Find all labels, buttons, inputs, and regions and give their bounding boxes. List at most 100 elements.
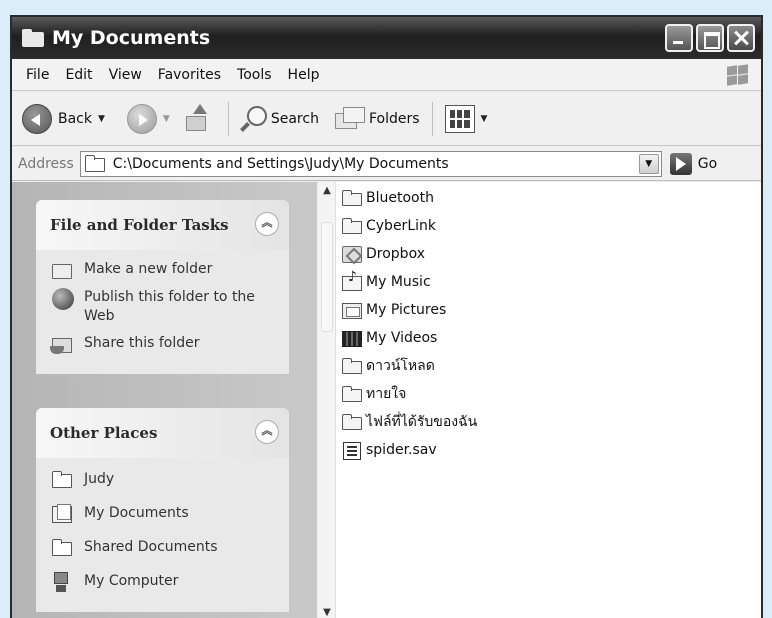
up-button[interactable]	[174, 99, 220, 139]
toolbar-separator	[431, 101, 433, 136]
maximize-button[interactable]	[696, 24, 724, 52]
panel-title: File and Folder Tasks	[50, 216, 229, 234]
place-my-computer[interactable]: My Computer	[52, 572, 277, 592]
task-pane: File and Folder Tasks ︽ Make a new folde…	[12, 182, 317, 618]
address-bar: Address C:\Documents and Settings\Judy\M…	[12, 147, 761, 181]
videos-folder-icon	[342, 329, 364, 347]
file-item-received-files[interactable]: ไฟล์ที่ได้รับของฉัน	[342, 408, 477, 436]
folder-icon	[342, 357, 364, 375]
file-item-cyberlink[interactable]: CyberLink	[342, 212, 477, 240]
file-item-bluetooth[interactable]: Bluetooth	[342, 184, 477, 212]
forward-dropdown-icon[interactable]: ▼	[163, 114, 170, 124]
computer-icon	[52, 572, 74, 592]
folder-icon	[342, 217, 364, 235]
folder-icon	[52, 470, 74, 490]
panel-header[interactable]: Other Places ︽	[36, 408, 289, 458]
search-label: Search	[270, 110, 319, 127]
search-button[interactable]: Search	[237, 99, 323, 139]
views-button[interactable]: ▼	[441, 99, 492, 139]
music-folder-icon	[342, 269, 364, 291]
menu-bar: File Edit View Favorites Tools Help	[12, 59, 761, 91]
folder-icon	[342, 189, 364, 207]
file-name: spider.sav	[366, 442, 437, 458]
file-name: CyberLink	[366, 218, 436, 234]
explorer-window: My Documents File Edit View Favorites To…	[10, 15, 763, 618]
folders-icon	[334, 106, 365, 131]
place-shared-documents[interactable]: Shared Documents	[52, 538, 277, 558]
menu-favorites[interactable]: Favorites	[150, 67, 229, 83]
address-input[interactable]: C:\Documents and Settings\Judy\My Docume…	[79, 150, 662, 177]
caption-buttons	[665, 24, 755, 52]
file-item-my-music[interactable]: My Music	[342, 268, 477, 296]
folder-icon	[52, 538, 74, 558]
scroll-thumb[interactable]	[321, 222, 333, 332]
back-dropdown-icon[interactable]: ▼	[98, 114, 105, 124]
place-label: Judy	[84, 471, 115, 487]
folder-icon	[84, 154, 107, 172]
go-button[interactable]: Go	[669, 152, 718, 175]
place-label: My Documents	[84, 505, 189, 521]
file-item-dropbox[interactable]: Dropbox	[342, 240, 477, 268]
file-item-download[interactable]: ดาวน์โหลด	[342, 352, 477, 380]
menu-tools[interactable]: Tools	[229, 67, 280, 83]
forward-button[interactable]: ▼	[123, 99, 174, 139]
back-arrow-icon	[22, 103, 52, 134]
go-arrow-icon	[669, 152, 692, 175]
scroll-up-icon[interactable]: ▲	[318, 182, 336, 200]
share-folder-icon	[50, 334, 74, 354]
folders-button[interactable]: Folders	[331, 99, 424, 139]
back-label: Back	[58, 110, 92, 127]
folder-icon	[22, 29, 44, 47]
toolbar-separator	[227, 101, 229, 136]
panel-header[interactable]: File and Folder Tasks ︽	[36, 200, 289, 250]
folder-icon	[342, 413, 364, 431]
go-label: Go	[697, 155, 718, 172]
file-item-guess[interactable]: ทายใจ	[342, 380, 477, 408]
panel-title: Other Places	[50, 424, 158, 442]
collapse-chevron-icon[interactable]: ︽	[255, 212, 279, 236]
file-name: My Music	[366, 274, 431, 290]
views-icon	[444, 104, 475, 133]
place-my-documents[interactable]: My Documents	[52, 504, 277, 524]
back-button[interactable]: Back ▼	[18, 99, 109, 139]
menu-view[interactable]: View	[101, 67, 150, 83]
sav-file-icon	[342, 441, 364, 460]
vertical-scrollbar[interactable]: ▲ ▼	[318, 182, 336, 618]
folder-icon	[342, 385, 364, 403]
views-dropdown-icon[interactable]: ▼	[481, 114, 488, 124]
task-label: Make a new folder	[84, 261, 213, 277]
place-label: Shared Documents	[84, 539, 218, 555]
panel-body: Make a new folder Publish this folder to…	[36, 250, 289, 374]
menu-help[interactable]: Help	[280, 67, 328, 83]
place-judy[interactable]: Judy	[52, 470, 277, 490]
new-folder-icon	[52, 260, 74, 280]
folders-label: Folders	[368, 110, 420, 127]
file-item-spider-sav[interactable]: spider.sav	[342, 436, 477, 464]
file-name: Dropbox	[366, 246, 425, 262]
address-dropdown-icon[interactable]: ▼	[638, 153, 659, 174]
panel-body: Judy My Documents Shared Documents My Co…	[36, 458, 289, 612]
task-publish-to-web[interactable]: Publish this folder to the Web	[52, 288, 277, 326]
file-name: ทายใจ	[366, 386, 407, 402]
window-title: My Documents	[52, 27, 211, 49]
folder-up-icon	[184, 103, 210, 134]
scroll-down-icon[interactable]: ▼	[318, 604, 336, 618]
globe-icon	[52, 288, 74, 310]
menu-file[interactable]: File	[18, 67, 57, 83]
address-label: Address	[18, 155, 74, 172]
pictures-folder-icon	[342, 301, 364, 319]
file-name: My Pictures	[366, 302, 447, 318]
file-item-my-videos[interactable]: My Videos	[342, 324, 477, 352]
file-item-my-pictures[interactable]: My Pictures	[342, 296, 477, 324]
forward-arrow-icon	[126, 103, 157, 134]
file-name: ไฟล์ที่ได้รับของฉัน	[366, 414, 478, 430]
dropbox-folder-icon	[342, 245, 364, 263]
menu-edit[interactable]: Edit	[57, 67, 100, 83]
close-button[interactable]	[727, 24, 755, 52]
task-share-folder[interactable]: Share this folder	[50, 334, 277, 354]
title-bar[interactable]: My Documents	[12, 17, 761, 59]
task-make-new-folder[interactable]: Make a new folder	[52, 260, 277, 280]
toolbar: Back ▼ ▼ Search Folders ▼	[12, 92, 761, 146]
minimize-button[interactable]	[665, 24, 693, 52]
collapse-chevron-icon[interactable]: ︽	[255, 420, 279, 444]
